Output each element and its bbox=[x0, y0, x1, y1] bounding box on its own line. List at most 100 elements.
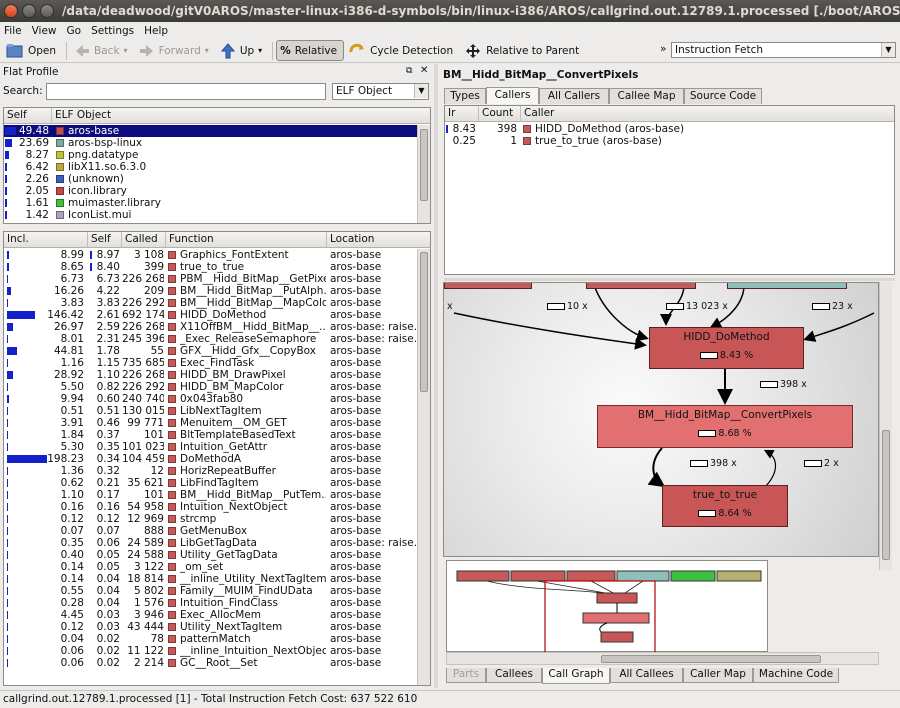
caller-row[interactable]: 0.25 1 true_to_true (aros-base) bbox=[445, 135, 894, 147]
col-caller[interactable]: Caller bbox=[521, 106, 893, 122]
function-list-scrollbar[interactable] bbox=[417, 249, 430, 685]
function-row[interactable]: 146.42 2.61 692 174 HIDD_DoMethod aros-base bbox=[4, 309, 430, 321]
col-incl[interactable]: Incl. bbox=[4, 232, 88, 248]
tab-all-callees[interactable]: All Callees bbox=[610, 668, 683, 683]
tab-callees[interactable]: Callees bbox=[486, 668, 542, 683]
group-type-select[interactable]: ELF Object ▼ bbox=[332, 83, 429, 100]
function-row[interactable]: 0.07 0.07 888 GetMenuBox aros-base bbox=[4, 525, 430, 537]
function-row[interactable]: 26.97 2.59 226 268 X11OffBM__Hidd_BitMap__.… bbox=[4, 321, 430, 333]
function-row[interactable]: 1.16 1.15 735 685 Exec_FindTask aros-base bbox=[4, 357, 430, 369]
function-row[interactable]: 28.92 1.10 226 268 HIDD_BM_DrawPixel aros-ba… bbox=[4, 369, 430, 381]
forward-button[interactable]: Forward ▾ bbox=[135, 40, 216, 61]
call-graph-node-caller-1[interactable] bbox=[444, 283, 532, 289]
call-graph-node-true-to-true[interactable]: true_to_true 8.64 % bbox=[662, 485, 788, 527]
event-type-select[interactable]: Instruction Fetch ▼ bbox=[671, 42, 896, 58]
col-called[interactable]: Called bbox=[122, 232, 166, 248]
tab-callee-map[interactable]: Callee Map bbox=[609, 88, 684, 104]
close-panel-icon[interactable]: ✕ bbox=[420, 65, 428, 76]
function-row[interactable]: 0.12 0.03 43 444 Utility_NextTagItem aros-ba… bbox=[4, 621, 430, 633]
elf-object-row[interactable]: 1.61 muimaster.library bbox=[4, 197, 430, 209]
col-location[interactable]: Location bbox=[327, 232, 417, 248]
tab-machine-code[interactable]: Machine Code bbox=[753, 668, 839, 683]
function-row[interactable]: 3.91 0.46 99 771 Menuitem__OM_GET aros-base bbox=[4, 417, 430, 429]
function-row[interactable]: 1.10 0.17 101 BM__Hidd_BitMap__PutTem... aro… bbox=[4, 489, 430, 501]
elf-object-row[interactable]: 6.42 libX11.so.6.3.0 bbox=[4, 161, 430, 173]
call-graph-node-convertpixels[interactable]: BM__Hidd_BitMap__ConvertPixels 8.68 % bbox=[597, 405, 853, 448]
function-row[interactable]: 198.23 0.34 104 459 DoMethodA aros-base bbox=[4, 453, 430, 465]
elf-object-row[interactable]: 23.69 aros-bsp-linux bbox=[4, 137, 430, 149]
function-row[interactable]: 1.84 0.37 101 BltTemplateBasedText aros-base bbox=[4, 429, 430, 441]
close-window-icon[interactable] bbox=[4, 4, 18, 18]
open-button[interactable]: Open bbox=[2, 40, 63, 61]
toolbar-overflow-button[interactable]: » bbox=[660, 43, 666, 55]
menu-view[interactable]: View bbox=[32, 25, 57, 37]
tab-callers[interactable]: Callers bbox=[486, 87, 539, 104]
function-row[interactable]: 0.14 0.04 18 814 __inline_Utility_NextTagIt… bbox=[4, 573, 430, 585]
col-self[interactable]: Self bbox=[88, 232, 122, 248]
function-row[interactable]: 0.51 0.51 130 015 LibNextTagItem aros-base bbox=[4, 405, 430, 417]
function-row[interactable]: 8.01 2.31 245 396 _Exec_ReleaseSemaphore aro… bbox=[4, 333, 430, 345]
minimize-window-icon[interactable] bbox=[22, 4, 36, 18]
tab-types[interactable]: Types bbox=[444, 88, 486, 104]
function-row[interactable]: 0.12 0.12 12 969 strcmp aros-base bbox=[4, 513, 430, 525]
function-row[interactable]: 0.62 0.21 35 621 LibFindTagItem aros-base bbox=[4, 477, 430, 489]
function-row[interactable]: 0.55 0.04 5 802 Family__MUIM_FindUData aros-… bbox=[4, 585, 430, 597]
caller-row[interactable]: 8.43 398 HIDD_DoMethod (aros-base) bbox=[445, 123, 894, 135]
undock-icon[interactable]: ⧉ bbox=[406, 66, 412, 76]
function-row[interactable]: 6.73 6.73 226 268 PBM__Hidd_BitMap__GetPixe… bbox=[4, 273, 430, 285]
cycle-detection-button[interactable]: Cycle Detection bbox=[344, 40, 460, 61]
back-button[interactable]: Back ▾ bbox=[70, 40, 135, 61]
menu-settings[interactable]: Settings bbox=[91, 25, 134, 37]
col-self[interactable]: Self bbox=[4, 108, 52, 124]
tab-parts[interactable]: Parts bbox=[446, 668, 486, 683]
maximize-window-icon[interactable] bbox=[40, 4, 54, 18]
function-row[interactable]: 3.83 3.83 226 292 BM__Hidd_BitMap__MapColor… bbox=[4, 297, 430, 309]
function-row[interactable]: 8.65 8.40 399 true_to_true aros-base bbox=[4, 261, 430, 273]
function-row[interactable]: 0.06 0.02 2 214 GC__Root__Set aros-base bbox=[4, 657, 430, 669]
function-row[interactable]: 1.36 0.32 12 HorizRepeatBuffer aros-base bbox=[4, 465, 430, 477]
col-function[interactable]: Function bbox=[166, 232, 327, 248]
function-row[interactable]: 0.35 0.06 24 589 LibGetTagData aros-base: ra… bbox=[4, 537, 430, 549]
relative-to-parent-button[interactable]: Relative to Parent bbox=[460, 40, 586, 61]
call-graph-node-hidd-domethod[interactable]: HIDD_DoMethod 8.43 % bbox=[649, 327, 804, 369]
function-row[interactable]: 4.45 0.03 3 946 Exec_AllocMem aros-base bbox=[4, 609, 430, 621]
function-row[interactable]: 0.06 0.02 11 122 __inline_Intuition_NextObj… bbox=[4, 645, 430, 657]
tab-all-callers[interactable]: All Callers bbox=[539, 88, 609, 104]
call-graph-canvas[interactable]: x 10 x 13 023 x 23 x HIDD_DoMethod 8.43 … bbox=[443, 282, 879, 557]
up-button[interactable]: Up ▾ bbox=[216, 40, 269, 61]
call-graph-node-caller-3[interactable] bbox=[727, 283, 847, 289]
elf-object-row[interactable]: 2.05 icon.library bbox=[4, 185, 430, 197]
menu-file[interactable]: File bbox=[4, 25, 22, 37]
function-row[interactable]: 9.94 0.60 240 740 0x043fab80 aros-base bbox=[4, 393, 430, 405]
elf-object-row[interactable]: 8.27 png.datatype bbox=[4, 149, 430, 161]
object-list-scrollbar[interactable] bbox=[417, 125, 430, 223]
function-row[interactable]: 16.26 4.22 209 BM__Hidd_BitMap__PutAlph... a… bbox=[4, 285, 430, 297]
col-ir[interactable]: Ir bbox=[445, 106, 479, 122]
search-input[interactable] bbox=[46, 83, 326, 100]
call-graph-vscroll[interactable] bbox=[879, 282, 892, 570]
tab-source-code[interactable]: Source Code bbox=[684, 88, 762, 104]
elf-object-row[interactable]: 2.26 (unknown) bbox=[4, 173, 430, 185]
call-graph-node-caller-2[interactable] bbox=[586, 283, 696, 289]
function-row[interactable]: 5.30 0.35 101 023 Intuition_GetAttr aros-bas… bbox=[4, 441, 430, 453]
function-row[interactable]: 8.99 8.97 3 108 Graphics_FontExtent aros-bas… bbox=[4, 249, 430, 261]
function-row[interactable]: 0.28 0.04 1 576 Intuition_FindClass aros-bas… bbox=[4, 597, 430, 609]
elf-object-row[interactable]: 1.42 IconList.mui bbox=[4, 209, 430, 221]
call-graph-hscroll[interactable] bbox=[446, 652, 879, 665]
function-row[interactable]: 0.40 0.05 24 588 Utility_GetTagData aros-bas… bbox=[4, 549, 430, 561]
col-elf-object[interactable]: ELF Object bbox=[52, 108, 418, 124]
detail-splitter[interactable] bbox=[444, 278, 895, 281]
relative-toggle[interactable]: % Relative bbox=[276, 40, 345, 61]
menu-help[interactable]: Help bbox=[144, 25, 168, 37]
function-row[interactable]: 0.04 0.02 78 patternMatch aros-base bbox=[4, 633, 430, 645]
tab-call-graph[interactable]: Call Graph bbox=[542, 668, 610, 684]
function-row[interactable]: 5.50 0.82 226 292 HIDD_BM_MapColor aros-base bbox=[4, 381, 430, 393]
elf-object-row[interactable]: 49.48 aros-base bbox=[4, 125, 430, 137]
function-row[interactable]: 44.81 1.78 55 GFX__Hidd_Gfx__CopyBox aros-ba… bbox=[4, 345, 430, 357]
col-count[interactable]: Count bbox=[479, 106, 521, 122]
tab-caller-map[interactable]: Caller Map bbox=[683, 668, 753, 683]
function-row[interactable]: 0.14 0.05 3 122 _om_set aros-base bbox=[4, 561, 430, 573]
function-row[interactable]: 0.16 0.16 54 958 Intuition_NextObject aros-b… bbox=[4, 501, 430, 513]
menu-go[interactable]: Go bbox=[67, 25, 82, 37]
call-graph-overview[interactable] bbox=[446, 560, 768, 654]
